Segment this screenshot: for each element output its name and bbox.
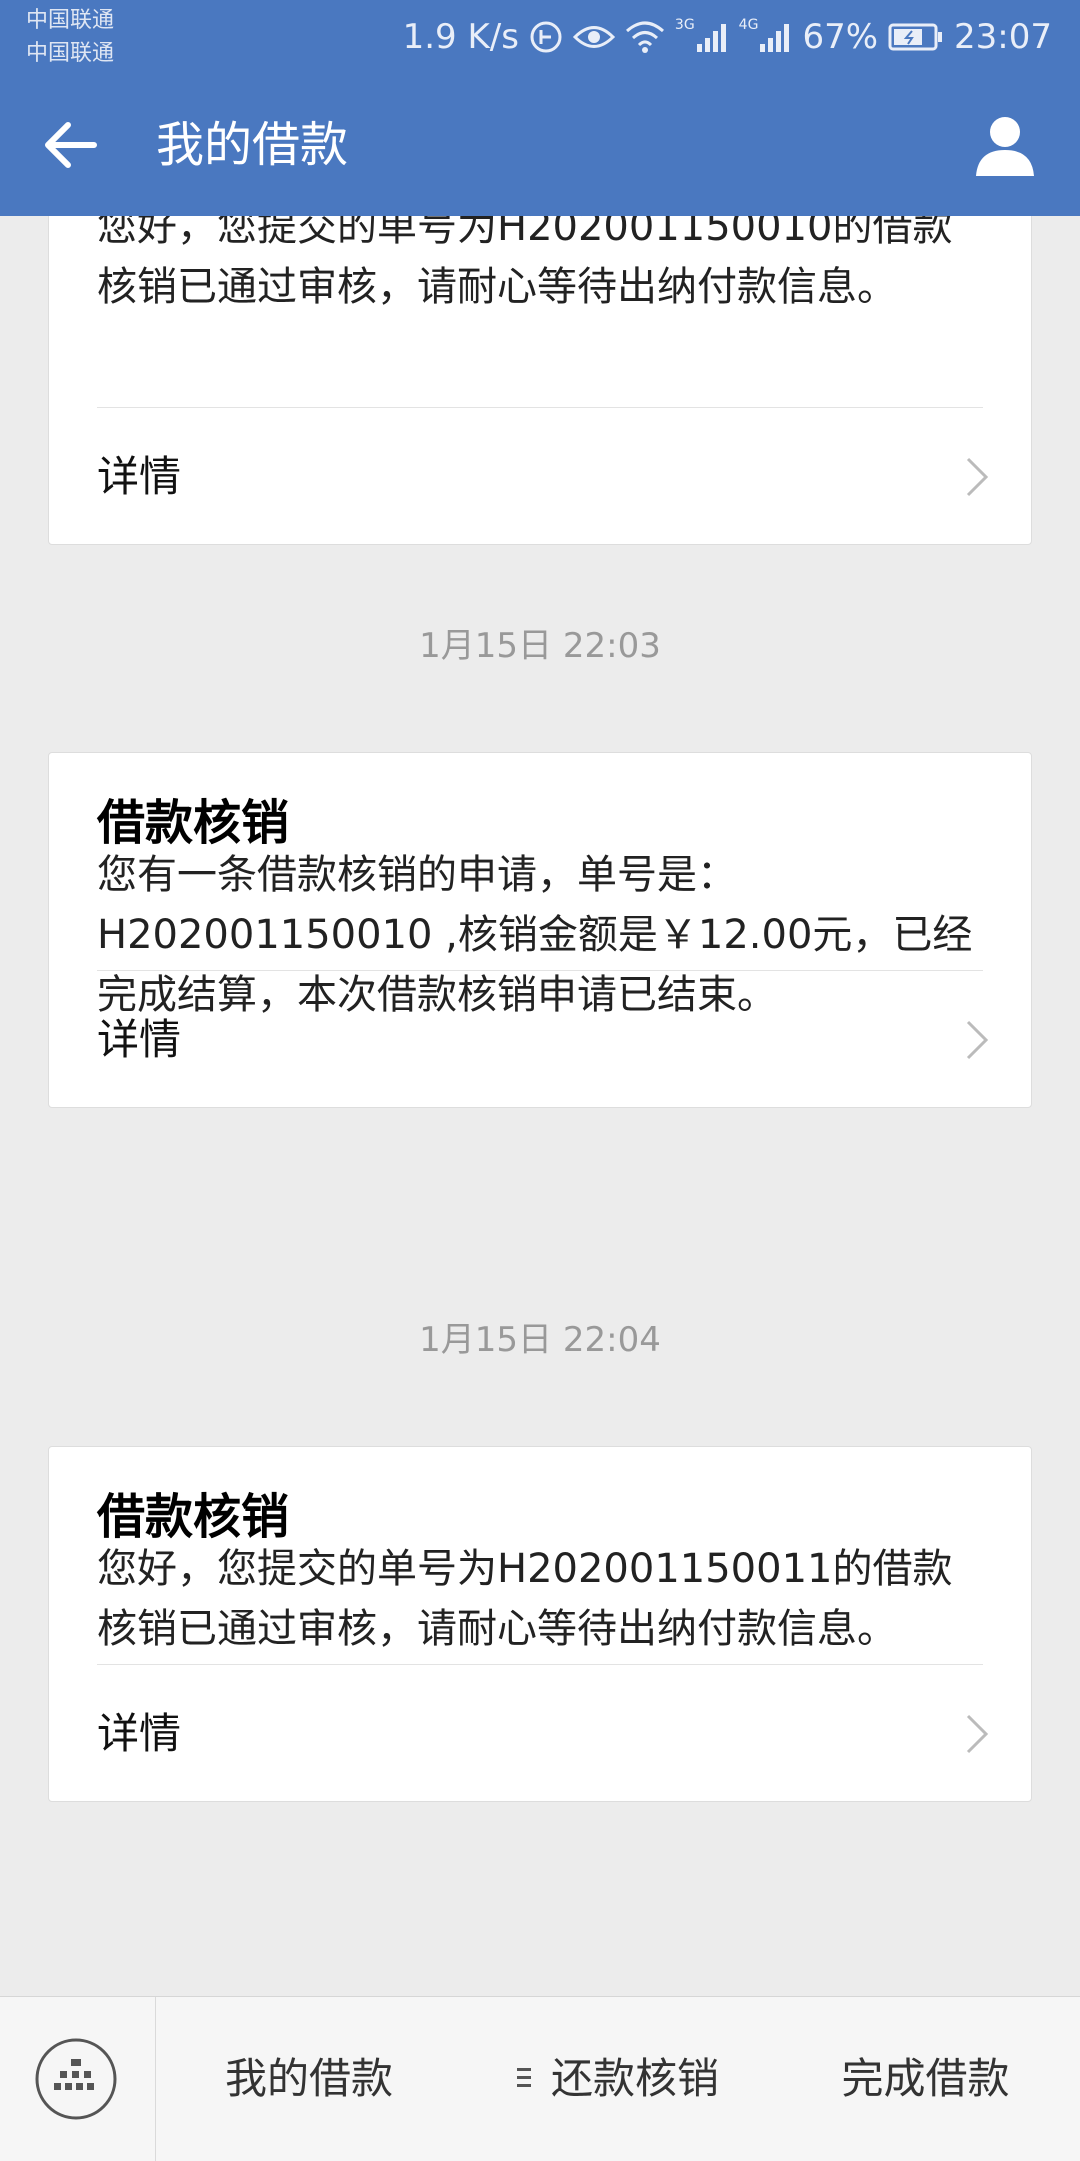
detail-link[interactable]: 详情	[49, 1665, 1031, 1803]
user-icon	[976, 117, 1034, 176]
eye-icon	[572, 22, 615, 52]
message-title: 借款核销	[97, 1489, 290, 1545]
status-bar: 中国联通 中国联通 1.9 K/s 3G 4G 67% 23:07	[0, 0, 1080, 74]
status-indicators: 1.9 K/s 3G 4G 67% 23:07	[403, 0, 1052, 74]
tab-label: 我的借款	[224, 2054, 393, 2103]
message-body: 您好，您提交的单号为H202001150010的借款核销已通过审核，请耐心等待出…	[97, 216, 953, 310]
message-body: 您好，您提交的单号为H202001150011的借款核销已通过审核，请耐心等待出…	[97, 1546, 953, 1652]
tab-label: 还款核销	[550, 2054, 719, 2103]
detail-label: 详情	[97, 1709, 182, 1758]
tab-complete-loan[interactable]: 完成借款	[771, 1997, 1080, 2161]
carrier-label-1: 中国联通	[26, 8, 115, 33]
keyboard-icon	[35, 2038, 117, 2120]
tab-my-loans[interactable]: 我的借款	[155, 1997, 463, 2161]
detail-label: 详情	[97, 1015, 182, 1064]
message-card: 您好，您提交的单号为H202001150010的借款核销已通过审核，请耐心等待出…	[48, 216, 1032, 545]
bottom-menu-bar: 我的借款 还款核销 完成借款	[0, 1996, 1080, 2161]
wifi-icon	[625, 21, 665, 53]
tab-repayment-writeoff[interactable]: 还款核销	[463, 1997, 771, 2161]
detail-link[interactable]: 详情	[49, 971, 1031, 1109]
back-arrow-icon	[45, 122, 97, 168]
message-card: 借款核销 您有一条借款核销的申请，单号是： H202001150010 ,核销金…	[48, 752, 1032, 1108]
tab-label: 完成借款	[841, 2054, 1010, 2103]
profile-button[interactable]	[972, 112, 1038, 178]
message-list[interactable]: 您好，您提交的单号为H202001150010的借款核销已通过审核，请耐心等待出…	[0, 216, 1080, 1996]
keyboard-toggle-zone	[0, 1997, 156, 2161]
back-button[interactable]	[40, 114, 102, 176]
signal-3g-icon: 3G	[675, 17, 729, 52]
data-saver-icon	[529, 20, 563, 54]
net-3g-label: 3G	[674, 17, 695, 33]
keyboard-toggle-button[interactable]	[34, 2037, 118, 2121]
chevron-right-icon	[966, 457, 989, 497]
signal-4g-icon: 4G	[739, 17, 793, 52]
battery-percent: 67%	[802, 17, 879, 57]
message-title: 借款核销	[97, 795, 290, 851]
chevron-right-icon	[966, 1020, 989, 1060]
page-title: 我的借款	[156, 117, 349, 173]
carrier-label-2: 中国联通	[26, 41, 115, 66]
message-card: 借款核销 您好，您提交的单号为H202001150011的借款核销已通过审核，请…	[48, 1446, 1032, 1802]
message-timestamp: 1月15日 22:04	[419, 1320, 661, 1360]
network-speed: 1.9 K/s	[402, 17, 519, 57]
clock: 23:07	[954, 17, 1052, 57]
detail-link[interactable]: 详情	[49, 408, 1031, 546]
battery-icon	[888, 22, 944, 52]
menu-lines-icon	[516, 2067, 531, 2087]
message-timestamp: 1月15日 22:03	[419, 626, 661, 666]
app-header: 我的借款	[0, 74, 1080, 216]
net-4g-label: 4G	[738, 17, 759, 33]
detail-label: 详情	[97, 452, 182, 501]
chevron-right-icon	[966, 1714, 989, 1754]
